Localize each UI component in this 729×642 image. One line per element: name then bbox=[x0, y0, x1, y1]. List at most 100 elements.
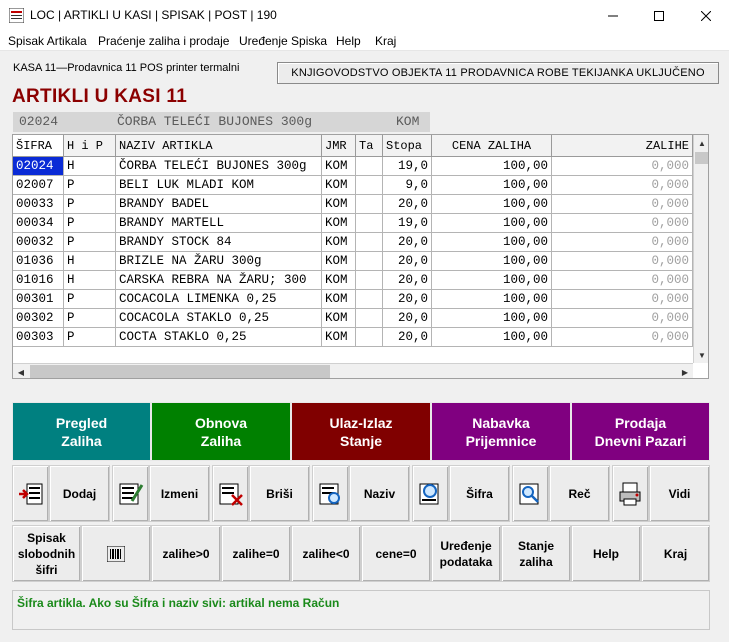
table-cell[interactable]: 100,00 bbox=[432, 233, 552, 252]
table-row[interactable]: 00034 P BRANDY MARTELL KOM 19,0 100,00 0,000 bbox=[13, 214, 693, 233]
table-cell[interactable]: KOM bbox=[322, 176, 356, 195]
table-row[interactable]: 00033 P BRANDY BADEL KOM 20,0 100,00 0,000 bbox=[13, 195, 693, 214]
table-cell[interactable]: H bbox=[64, 157, 116, 176]
table-cell[interactable]: CARSKA REBRA NA ŽARU; 300 bbox=[116, 271, 322, 290]
table-cell[interactable]: KOM bbox=[322, 309, 356, 328]
scroll-up-icon[interactable]: ▲ bbox=[694, 135, 708, 151]
table-row[interactable]: 00032 P BRANDY STOCK 84 KOM 20,0 100,00 0,000 bbox=[13, 233, 693, 252]
column-header[interactable]: H i P bbox=[64, 135, 116, 157]
table-cell[interactable]: KOM bbox=[322, 328, 356, 347]
menu-uredjenje-spiska[interactable]: Uređenje Spiska bbox=[239, 34, 327, 48]
table-cell[interactable]: KOM bbox=[322, 271, 356, 290]
table-cell[interactable]: 20,0 bbox=[383, 252, 432, 271]
table-cell[interactable]: 19,0 bbox=[383, 157, 432, 176]
table-cell[interactable]: KOM bbox=[322, 290, 356, 309]
scroll-down-icon[interactable]: ▼ bbox=[694, 347, 708, 363]
table-cell[interactable]: KOM bbox=[322, 252, 356, 271]
table-cell[interactable]: 0,000 bbox=[552, 271, 693, 290]
knjigovodstvo-banner[interactable]: KNJIGOVODSTVO OBJEKTA 11 PRODAVNICA ROBE… bbox=[277, 62, 719, 84]
column-header[interactable]: Ta bbox=[356, 135, 383, 157]
column-header[interactable]: NAZIV ARTIKLA bbox=[116, 135, 322, 157]
menu-help[interactable]: Help bbox=[336, 34, 361, 48]
table-cell[interactable]: BRANDY BADEL bbox=[116, 195, 322, 214]
search-name-icon-button[interactable] bbox=[312, 465, 349, 522]
column-header[interactable]: ZALIHE bbox=[552, 135, 693, 157]
table-cell[interactable]: 00034 bbox=[13, 214, 64, 233]
vertical-scrollbar[interactable]: ▲ ▼ bbox=[693, 135, 708, 363]
column-header[interactable]: JMR bbox=[322, 135, 356, 157]
table-cell[interactable]: 0,000 bbox=[552, 233, 693, 252]
table-cell[interactable] bbox=[356, 157, 383, 176]
table-cell[interactable]: 02007 bbox=[13, 176, 64, 195]
table-cell[interactable]: BRANDY STOCK 84 bbox=[116, 233, 322, 252]
table-cell[interactable]: 02024 bbox=[13, 157, 64, 176]
close-button[interactable] bbox=[683, 0, 729, 31]
table-cell[interactable] bbox=[356, 233, 383, 252]
articles-grid[interactable]: ŠIFRA H i P NAZIV ARTIKLA JMR Ta Stopa CENA ZA… bbox=[12, 134, 709, 379]
table-cell[interactable]: 00301 bbox=[13, 290, 64, 309]
table-row[interactable]: 02007 P BELI LUK MLADI KOM KOM 9,0 100,00 0,00… bbox=[13, 176, 693, 195]
table-cell[interactable] bbox=[356, 195, 383, 214]
table-cell[interactable]: 9,0 bbox=[383, 176, 432, 195]
zalihe-lt-zero-button[interactable]: zalihe<0 bbox=[291, 525, 361, 582]
help-button[interactable]: Help bbox=[571, 525, 641, 582]
table-cell[interactable]: P bbox=[64, 176, 116, 195]
table-cell[interactable]: 100,00 bbox=[432, 328, 552, 347]
table-cell[interactable]: KOM bbox=[322, 233, 356, 252]
barcode-button[interactable] bbox=[81, 525, 151, 582]
edit-record-icon-button[interactable] bbox=[112, 465, 149, 522]
menu-pracenje-zaliha[interactable]: Praćenje zaliha i prodaje bbox=[98, 34, 229, 48]
table-cell[interactable]: 0,000 bbox=[552, 252, 693, 271]
table-cell[interactable] bbox=[356, 214, 383, 233]
table-row[interactable]: 00301 P COCACOLA LIMENKA 0,25 KOM 20,0 100,00… bbox=[13, 290, 693, 309]
table-cell[interactable]: 0,000 bbox=[552, 309, 693, 328]
table-cell[interactable]: KOM bbox=[322, 195, 356, 214]
spisak-slobodnih-sifri-button[interactable]: Spisak slobodnih šifri bbox=[12, 525, 81, 582]
table-cell[interactable] bbox=[356, 271, 383, 290]
table-cell[interactable]: 01016 bbox=[13, 271, 64, 290]
table-cell[interactable]: P bbox=[64, 233, 116, 252]
nabavka-button[interactable]: Nabavka Prijemnice bbox=[431, 402, 571, 461]
izmeni-button[interactable]: Izmeni bbox=[149, 465, 210, 522]
table-row[interactable]: 00303 P COCTA STAKLO 0,25 KOM 20,0 100,00 0,00… bbox=[13, 328, 693, 347]
table-cell[interactable]: 0,000 bbox=[552, 157, 693, 176]
cene-eq-zero-button[interactable]: cene=0 bbox=[361, 525, 431, 582]
table-cell[interactable]: 0,000 bbox=[552, 328, 693, 347]
brisi-button[interactable]: Briši bbox=[249, 465, 310, 522]
table-cell[interactable]: BRIZLE NA ŽARU 300g bbox=[116, 252, 322, 271]
minimize-button[interactable] bbox=[590, 0, 636, 31]
horizontal-scrollbar[interactable]: ◀ ▶ bbox=[13, 363, 693, 378]
scroll-left-icon[interactable]: ◀ bbox=[13, 364, 29, 378]
sifra-button[interactable]: Šifra bbox=[449, 465, 510, 522]
zalihe-gt-zero-button[interactable]: zalihe>0 bbox=[151, 525, 221, 582]
table-cell[interactable]: 00303 bbox=[13, 328, 64, 347]
menu-kraj[interactable]: Kraj bbox=[375, 34, 396, 48]
table-cell[interactable]: 0,000 bbox=[552, 290, 693, 309]
vidi-button[interactable]: Vidi bbox=[649, 465, 710, 522]
table-cell[interactable]: BRANDY MARTELL bbox=[116, 214, 322, 233]
table-cell[interactable]: 100,00 bbox=[432, 195, 552, 214]
table-cell[interactable]: 0,000 bbox=[552, 214, 693, 233]
prodaja-button[interactable]: Prodaja Dnevni Pazari bbox=[571, 402, 710, 461]
table-cell[interactable]: ČORBA TELEĆI BUJONES 300g bbox=[116, 157, 322, 176]
table-cell[interactable]: 01036 bbox=[13, 252, 64, 271]
table-cell[interactable] bbox=[356, 328, 383, 347]
table-cell[interactable]: P bbox=[64, 195, 116, 214]
table-cell[interactable]: 20,0 bbox=[383, 195, 432, 214]
table-cell[interactable] bbox=[356, 309, 383, 328]
column-header[interactable]: CENA ZALIHA bbox=[432, 135, 552, 157]
table-cell[interactable]: 19,0 bbox=[383, 214, 432, 233]
zalihe-eq-zero-button[interactable]: zalihe=0 bbox=[221, 525, 291, 582]
table-cell[interactable]: KOM bbox=[322, 157, 356, 176]
table-cell[interactable] bbox=[356, 290, 383, 309]
table-cell[interactable]: COCTA STAKLO 0,25 bbox=[116, 328, 322, 347]
ulaz-izlaz-button[interactable]: Ulaz-Izlaz Stanje bbox=[291, 402, 431, 461]
table-cell[interactable]: 100,00 bbox=[432, 214, 552, 233]
stanje-zaliha-button[interactable]: Stanje zaliha bbox=[501, 525, 571, 582]
table-cell[interactable]: 20,0 bbox=[383, 271, 432, 290]
vertical-scroll-thumb[interactable] bbox=[695, 152, 708, 164]
dodaj-button[interactable]: Dodaj bbox=[49, 465, 110, 522]
kraj-button[interactable]: Kraj bbox=[641, 525, 710, 582]
table-cell[interactable]: KOM bbox=[322, 214, 356, 233]
search-code-icon-button[interactable] bbox=[412, 465, 449, 522]
